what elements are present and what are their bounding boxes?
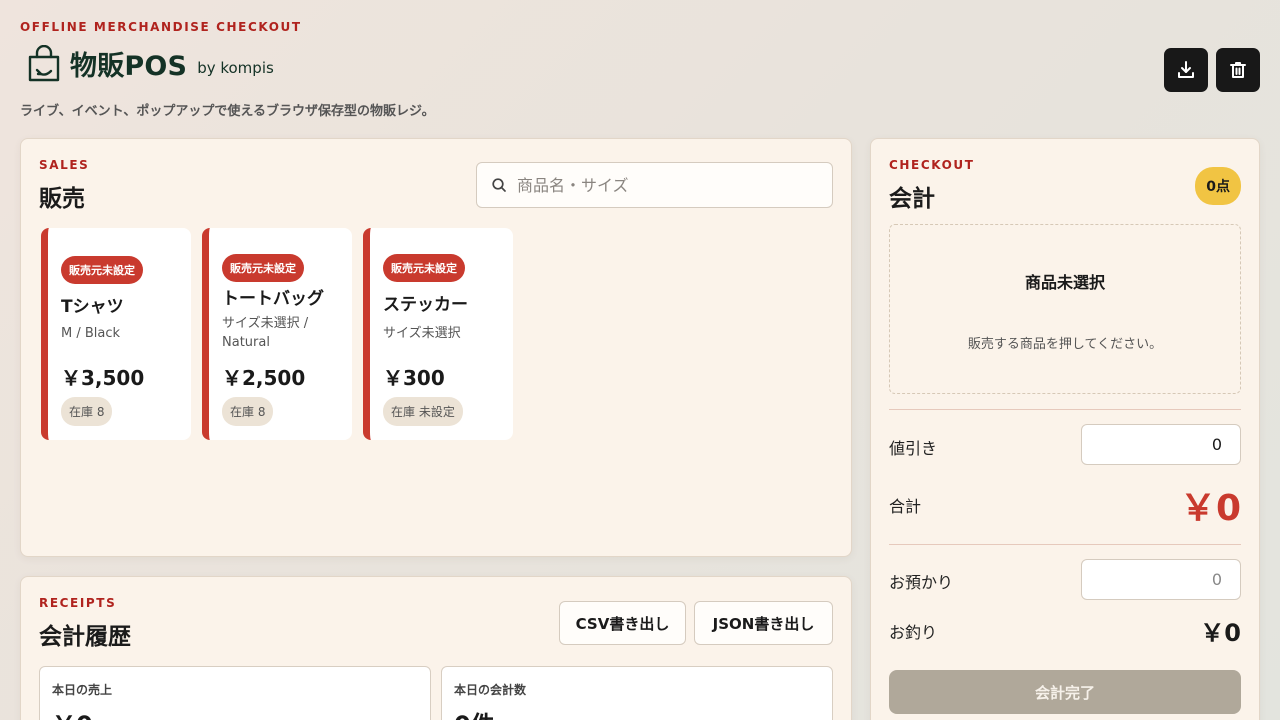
change-value: ￥0: [1200, 619, 1241, 647]
seller-badge: 販売元未設定: [61, 256, 143, 284]
change-label: お釣り: [889, 623, 938, 642]
product-variant: M / Black: [61, 326, 121, 341]
product-price: ￥2,500: [222, 366, 306, 390]
product-name: Tシャツ: [61, 297, 124, 317]
stock-badge: 在庫 未設定: [383, 397, 463, 426]
delete-all-button[interactable]: [1216, 48, 1260, 92]
empty-title: 商品未選択: [1024, 273, 1105, 292]
app-eyebrow: OFFLINE MERCHANDISE CHECKOUT: [20, 20, 302, 34]
app-title: 物販POS: [70, 51, 188, 82]
product-variant: サイズ未選択 / Natural: [222, 316, 309, 350]
today-sales-card: 本日の売上 ￥0: [39, 666, 431, 720]
receipts-title: 会計履歴: [39, 624, 131, 650]
product-name: ステッカー: [383, 295, 468, 315]
sales-eyebrow: SALES: [39, 158, 90, 172]
checkout-eyebrow: CHECKOUT: [889, 158, 975, 172]
total-value: ￥0: [1179, 488, 1241, 529]
total-label: 合計: [889, 497, 922, 516]
receipts-panel: RECEIPTS 会計履歴 CSV書き出し JSON書き出し 本日の売上 ￥0 …: [20, 576, 852, 720]
discount-input[interactable]: [1081, 424, 1241, 465]
product-name: トートバッグ: [222, 289, 324, 309]
item-count-badge: 0点: [1195, 167, 1241, 205]
trash-icon: [1230, 62, 1246, 78]
stat-value: ￥0: [52, 705, 93, 720]
checkout-title: 会計: [889, 186, 935, 212]
product-card-tshirt[interactable]: 販売元未設定 Tシャツ M / Black ￥3,500 在庫 8: [41, 228, 191, 440]
divider: [889, 409, 1241, 410]
app-byline: by kompis: [197, 58, 274, 77]
search-box: [476, 162, 833, 208]
stat-label: 本日の会計数: [454, 683, 527, 697]
shopping-bag-icon: [28, 44, 60, 81]
receipts-eyebrow: RECEIPTS: [39, 596, 117, 610]
seller-badge: 販売元未設定: [222, 254, 304, 282]
stock-badge: 在庫 8: [61, 397, 113, 426]
product-price: ￥3,500: [61, 366, 145, 390]
brand: 物販POS by kompis: [26, 44, 274, 83]
json-export-button[interactable]: JSON書き出し: [694, 601, 833, 645]
download-button[interactable]: [1164, 48, 1208, 92]
stat-label: 本日の売上: [52, 683, 113, 697]
empty-description: 販売する商品を押してください。: [967, 337, 1163, 352]
search-input[interactable]: [517, 175, 807, 195]
stock-badge: 在庫 8: [222, 397, 274, 426]
today-count-card: 本日の会計数 0件: [441, 666, 833, 720]
download-icon: [1178, 61, 1194, 78]
complete-checkout-button[interactable]: 会計完了: [889, 670, 1241, 714]
product-card-sticker[interactable]: 販売元未設定 ステッカー サイズ未選択 ￥300 在庫 未設定: [363, 228, 513, 440]
product-variant: サイズ未選択: [383, 326, 461, 341]
cart-empty-state: 商品未選択 販売する商品を押してください。: [889, 224, 1241, 394]
app-tagline: ライブ、イベント、ポップアップで使えるブラウザ保存型の物販レジ。: [20, 104, 435, 119]
divider: [889, 544, 1241, 545]
received-label: お預かり: [889, 573, 954, 592]
search-icon: [492, 178, 506, 192]
sales-title: 販売: [39, 186, 85, 212]
discount-label: 値引き: [889, 439, 938, 458]
sales-panel: SALES 販売 販売元未設定 Tシャツ M / Black ￥3,500 在庫…: [20, 138, 852, 557]
product-price: ￥300: [383, 366, 445, 390]
received-input[interactable]: [1081, 559, 1241, 600]
seller-badge: 販売元未設定: [383, 254, 465, 282]
csv-export-button[interactable]: CSV書き出し: [559, 601, 686, 645]
checkout-panel: CHECKOUT 会計 0点 商品未選択 販売する商品を押してください。 値引き…: [870, 138, 1260, 720]
product-card-tote[interactable]: 販売元未設定 トートバッグ サイズ未選択 / Natural ￥2,500 在庫…: [202, 228, 352, 440]
stat-value: 0件: [454, 705, 495, 720]
